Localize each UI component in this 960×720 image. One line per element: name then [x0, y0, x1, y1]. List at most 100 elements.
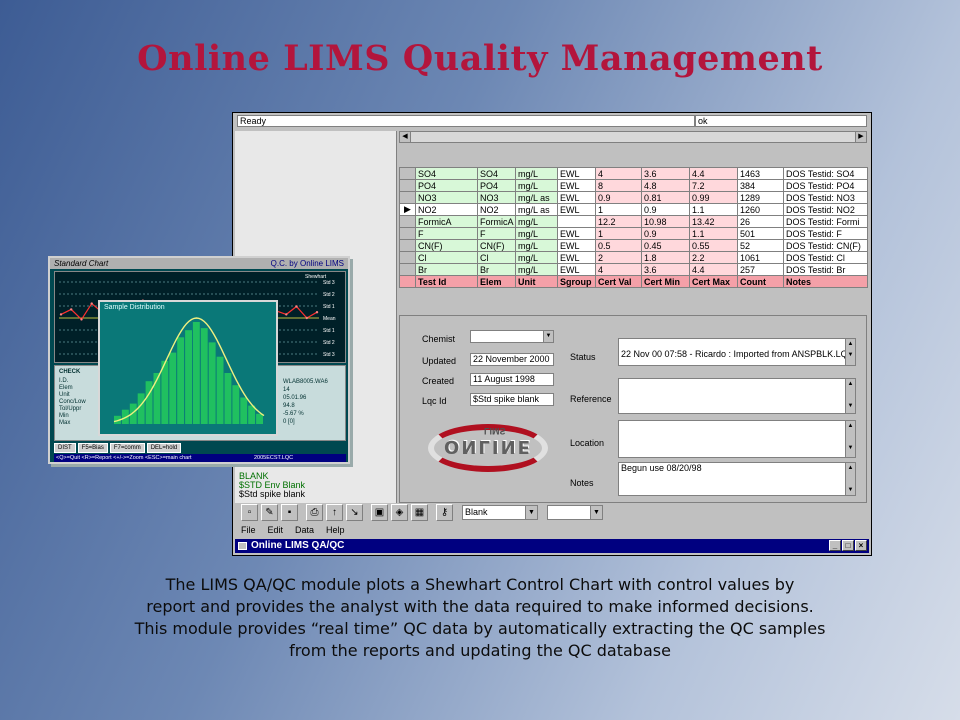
- grid-cell-id[interactable]: NO3: [415, 191, 478, 204]
- grid-cell-min[interactable]: 4.8: [641, 179, 690, 192]
- up-arrow-icon[interactable]: ↑: [326, 503, 343, 521]
- grid-cell-id[interactable]: Cl: [415, 251, 478, 264]
- grid-cell-elem[interactable]: F: [477, 227, 516, 240]
- grid-cell-min[interactable]: 0.81: [641, 191, 690, 204]
- status-field[interactable]: 22 Nov 00 07:58 - Ricardo : Imported fro…: [618, 338, 856, 366]
- scroll-arrows-icon[interactable]: ▲ ▼: [845, 379, 855, 413]
- grid-cell-notes[interactable]: DOS Testid: NO2: [783, 203, 868, 216]
- grid-cell-max[interactable]: 2.2: [689, 251, 738, 264]
- grid-cell-sgroup[interactable]: EWL: [557, 191, 596, 204]
- grid-cell-notes[interactable]: DOS Testid: NO3: [783, 191, 868, 204]
- chart-button[interactable]: F7=comm: [109, 443, 145, 453]
- grid-cell-cert[interactable]: 0.5: [595, 239, 642, 252]
- scroll-right-icon[interactable]: ▶: [855, 132, 866, 142]
- database-icon[interactable]: ▦: [411, 503, 428, 521]
- qc-data-grid[interactable]: SO4 SO4 mg/L EWL 4 3.6 4.4 1463 DOS Testid: SO4 P…: [399, 167, 868, 288]
- chemist-select[interactable]: ▼: [470, 330, 554, 343]
- grid-cell-id[interactable]: Br: [415, 263, 478, 276]
- grid-cell-notes[interactable]: DOS Testid: CN(F): [783, 239, 868, 252]
- menu-help[interactable]: Help: [326, 525, 345, 537]
- grid-cell-count[interactable]: 1289: [737, 191, 784, 204]
- grid-cell-cert[interactable]: 1: [595, 203, 642, 216]
- grid-cell-elem[interactable]: FormicA: [477, 215, 516, 228]
- grid-cell-max[interactable]: 0.99: [689, 191, 738, 204]
- row-selector-arrow-icon[interactable]: ▶: [399, 203, 416, 216]
- column-header[interactable]: Elem: [477, 275, 516, 288]
- menu-data[interactable]: Data: [295, 525, 314, 537]
- grid-cell-max[interactable]: 0.55: [689, 239, 738, 252]
- grid-cell-min[interactable]: 3.6: [641, 263, 690, 276]
- chart-button[interactable]: DEL=hold: [146, 443, 182, 453]
- grid-cell-max[interactable]: 4.4: [689, 263, 738, 276]
- grid-cell-cert[interactable]: 2: [595, 251, 642, 264]
- column-header[interactable]: Cert Val: [595, 275, 642, 288]
- grid-cell-max[interactable]: 7.2: [689, 179, 738, 192]
- secondary-select[interactable]: ▼: [547, 504, 603, 520]
- grid-cell-unit[interactable]: mg/L: [515, 227, 558, 240]
- grid-cell-notes[interactable]: DOS Testid: SO4: [783, 167, 868, 180]
- table-row[interactable]: PO4 PO4 mg/L EWL 8 4.8 7.2 384 DOS Testid: PO4: [399, 179, 868, 192]
- grid-cell-notes[interactable]: DOS Testid: F: [783, 227, 868, 240]
- grid-cell-sgroup[interactable]: [557, 215, 596, 228]
- grid-cell-notes[interactable]: DOS Testid: Br: [783, 263, 868, 276]
- grid-cell-cert[interactable]: 8: [595, 179, 642, 192]
- grid-cell-min[interactable]: 10.98: [641, 215, 690, 228]
- row-header[interactable]: [399, 191, 416, 204]
- grid-cell-id[interactable]: CN(F): [415, 239, 478, 252]
- row-header[interactable]: [399, 227, 416, 240]
- column-header[interactable]: Notes: [783, 275, 868, 288]
- row-header[interactable]: [399, 251, 416, 264]
- grid-cell-sgroup[interactable]: EWL: [557, 239, 596, 252]
- table-row[interactable]: ▶ NO2 NO2 mg/L as EWL 1 0.9 1.1 1260 DOS Testid: …: [399, 203, 868, 216]
- table-row[interactable]: CN(F) CN(F) mg/L EWL 0.5 0.45 0.55 52 DOS Testid…: [399, 239, 868, 252]
- key-icon[interactable]: ⚷: [436, 503, 453, 521]
- scroll-arrows-icon[interactable]: ▲ ▼: [845, 463, 855, 495]
- column-header[interactable]: Count: [737, 275, 784, 288]
- grid-cell-cert[interactable]: 4: [595, 263, 642, 276]
- grid-cell-id[interactable]: PO4: [415, 179, 478, 192]
- chart-button[interactable]: DIST: [54, 443, 76, 453]
- grid-cell-max[interactable]: 13.42: [689, 215, 738, 228]
- grid-cell-sgroup[interactable]: EWL: [557, 167, 596, 180]
- grid-cell-count[interactable]: 1260: [737, 203, 784, 216]
- grid-cell-max[interactable]: 1.1: [689, 227, 738, 240]
- menu-edit[interactable]: Edit: [268, 525, 284, 537]
- list-item[interactable]: $Std spike blank: [239, 490, 305, 499]
- grid-cell-min[interactable]: 3.6: [641, 167, 690, 180]
- grid-cell-sgroup[interactable]: EWL: [557, 263, 596, 276]
- grid-cell-elem[interactable]: NO2: [477, 203, 516, 216]
- column-header[interactable]: Cert Min: [641, 275, 690, 288]
- row-header[interactable]: [399, 263, 416, 276]
- grid-cell-elem[interactable]: SO4: [477, 167, 516, 180]
- grid-cell-unit[interactable]: mg/L as: [515, 203, 558, 216]
- pointer-icon[interactable]: ↘: [346, 503, 363, 521]
- grid-cell-min[interactable]: 1.8: [641, 251, 690, 264]
- column-header[interactable]: Cert Max: [689, 275, 738, 288]
- grid-cell-sgroup[interactable]: EWL: [557, 227, 596, 240]
- grid-cell-unit[interactable]: mg/L: [515, 263, 558, 276]
- updated-field[interactable]: 22 November 2000: [470, 353, 554, 366]
- grid-cell-cert[interactable]: 4: [595, 167, 642, 180]
- reference-field[interactable]: ▲ ▼: [618, 378, 856, 414]
- grid-cell-cert[interactable]: 1: [595, 227, 642, 240]
- scroll-arrows-icon[interactable]: ▲ ▼: [845, 339, 855, 365]
- grid-cell-cert[interactable]: 0.9: [595, 191, 642, 204]
- chart-icon[interactable]: ◈: [391, 503, 408, 521]
- row-header[interactable]: [399, 179, 416, 192]
- grid-cell-min[interactable]: 0.9: [641, 203, 690, 216]
- grid-cell-sgroup[interactable]: EWL: [557, 203, 596, 216]
- scroll-arrows-icon[interactable]: ▲ ▼: [845, 421, 855, 457]
- grid-cell-count[interactable]: 257: [737, 263, 784, 276]
- grid-cell-unit[interactable]: mg/L: [515, 215, 558, 228]
- grid-cell-elem[interactable]: Br: [477, 263, 516, 276]
- print-icon[interactable]: ⎙: [306, 503, 323, 521]
- grid-cell-count[interactable]: 1061: [737, 251, 784, 264]
- grid-cell-sgroup[interactable]: EWL: [557, 179, 596, 192]
- table-row[interactable]: F Fmg/L EWL 1 0.9 1.1 501 DOS Testid: F: [399, 227, 868, 240]
- grid-cell-elem[interactable]: NO3: [477, 191, 516, 204]
- grid-cell-max[interactable]: 1.1: [689, 203, 738, 216]
- lqc-id-field[interactable]: $Std spike blank: [470, 393, 554, 406]
- table-row[interactable]: NO3 NO3 mg/L as EWL 0.9 0.81 0.99 1289 DOS Testi…: [399, 191, 868, 204]
- grid-cell-elem[interactable]: PO4: [477, 179, 516, 192]
- grid-cell-unit[interactable]: mg/L: [515, 239, 558, 252]
